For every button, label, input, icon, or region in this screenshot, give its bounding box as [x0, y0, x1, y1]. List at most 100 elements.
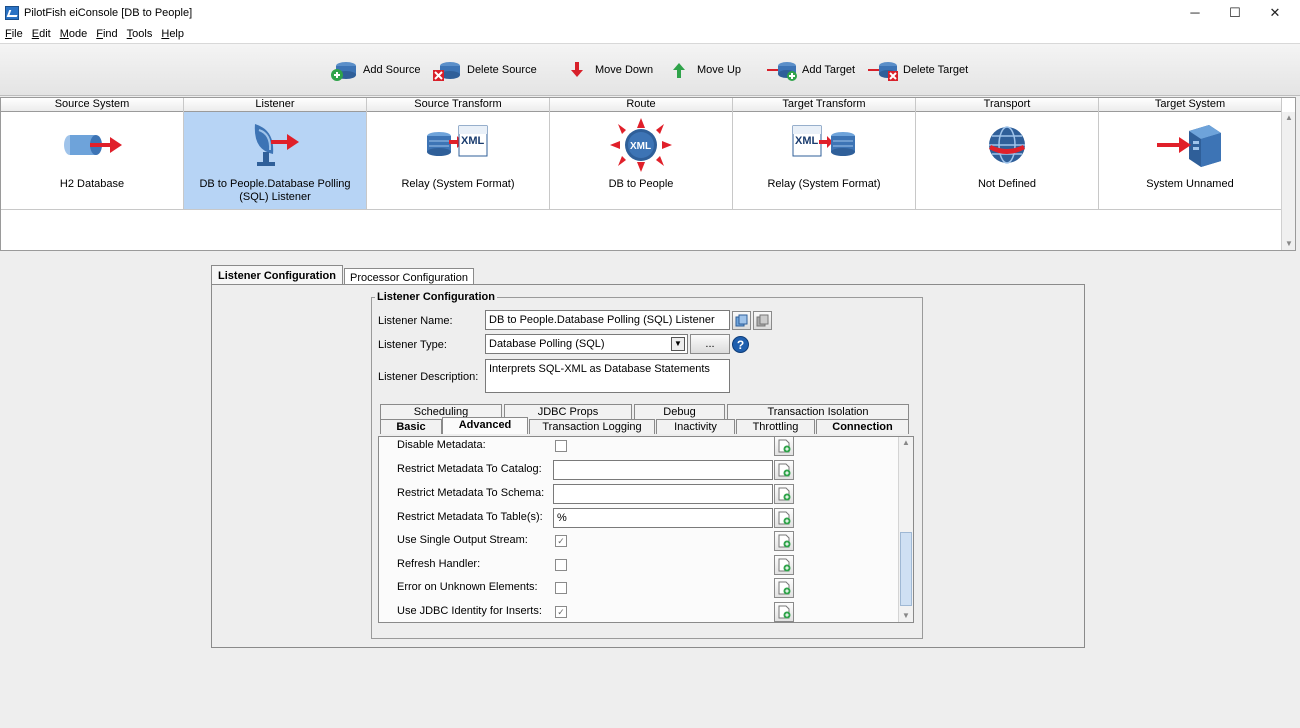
stage-label: Not Defined	[977, 178, 1037, 190]
document-add-icon	[778, 511, 791, 525]
stage-target-system[interactable]: Target System System Unnamed	[1099, 98, 1282, 210]
stage-header: Target Transform	[733, 98, 915, 112]
error-unknown-elements-checkbox[interactable]	[555, 582, 567, 594]
property-label: Use JDBC Identity for Inserts:	[397, 605, 542, 617]
menu-edit[interactable]: Edit	[28, 28, 55, 40]
copy-button[interactable]	[732, 311, 751, 330]
add-source-button[interactable]: Add Source	[330, 58, 420, 82]
refresh-handler-checkbox[interactable]	[555, 559, 567, 571]
tab-listener-configuration[interactable]: Listener Configuration	[211, 265, 343, 285]
server-arrow-icon	[1157, 125, 1221, 167]
delete-target-button[interactable]: Delete Target	[868, 58, 968, 82]
tab-debug[interactable]: Debug	[634, 404, 725, 419]
property-default-button[interactable]	[774, 602, 794, 622]
menu-help[interactable]: Help	[157, 28, 188, 40]
property-label: Disable Metadata:	[397, 439, 486, 451]
property-default-button[interactable]	[774, 508, 794, 528]
property-default-button[interactable]	[774, 531, 794, 551]
document-add-icon	[778, 605, 791, 619]
document-add-icon	[778, 534, 791, 548]
add-source-icon	[331, 62, 356, 81]
jdbc-identity-checkbox[interactable]: ✓	[555, 606, 567, 618]
tab-basic[interactable]: Basic	[380, 419, 442, 434]
xml-transform-icon: XML	[792, 125, 855, 157]
property-row: Disable Metadata:	[379, 437, 899, 458]
stage-header: Transport	[916, 98, 1098, 112]
pipeline-scrollbar[interactable]: ▲ ▼	[1281, 112, 1295, 250]
database-arrow-icon	[64, 135, 122, 155]
menu-find[interactable]: Find	[92, 28, 121, 40]
property-row: Use Single Output Stream: ✓	[379, 530, 899, 553]
toolbar: Add Source Delete Source Move Down Move …	[0, 44, 1300, 96]
property-default-button[interactable]	[774, 578, 794, 598]
document-add-icon	[778, 558, 791, 572]
restrict-schema-input[interactable]	[553, 484, 773, 504]
restrict-catalog-input[interactable]	[553, 460, 773, 480]
delete-source-icon	[433, 62, 460, 81]
delete-source-button[interactable]: Delete Source	[432, 58, 537, 82]
arrow-up-icon	[673, 63, 685, 78]
stage-header: Source System	[1, 98, 183, 112]
property-default-button[interactable]	[774, 555, 794, 575]
listener-type-select[interactable]: Database Polling (SQL) ▼	[485, 334, 688, 354]
tab-throttling[interactable]: Throttling	[736, 419, 815, 434]
stage-listener[interactable]: Listener DB to People.Database Polling (…	[184, 98, 367, 210]
listener-description-field[interactable]: Interprets SQL-XML as Database Statement…	[485, 359, 730, 393]
add-target-button[interactable]: Add Target	[767, 58, 855, 82]
scroll-down-arrow[interactable]: ▼	[899, 610, 913, 622]
menu-file[interactable]: File	[1, 28, 27, 40]
disable-metadata-checkbox[interactable]	[555, 440, 567, 452]
stage-transport[interactable]: Transport Not Defined	[916, 98, 1099, 210]
tab-transaction-logging[interactable]: Transaction Logging	[529, 419, 655, 434]
add-target-icon	[767, 62, 797, 81]
property-label: Restrict Metadata To Catalog:	[397, 463, 542, 475]
xml-route-icon: XML	[610, 118, 672, 172]
properties-scrollbar[interactable]: ▲ ▼	[898, 437, 913, 622]
title-bar: PilotFish eiConsole [DB to People] ─ ☐ ✕	[0, 0, 1300, 25]
help-icon[interactable]: ?	[732, 336, 749, 353]
arrow-down-icon	[571, 62, 583, 77]
scroll-down-arrow[interactable]: ▼	[1282, 238, 1296, 250]
tab-transaction-isolation[interactable]: Transaction Isolation	[727, 404, 909, 419]
svg-text:XML: XML	[630, 141, 651, 152]
listener-name-field[interactable]: DB to People.Database Polling (SQL) List…	[485, 310, 730, 330]
listener-type-label: Listener Type:	[378, 339, 447, 351]
property-default-button[interactable]	[774, 437, 794, 456]
paste-button[interactable]	[753, 311, 772, 330]
property-label: Restrict Metadata To Schema:	[397, 487, 545, 499]
delete-target-icon	[868, 62, 898, 81]
move-up-button[interactable]: Move Up	[670, 58, 741, 82]
stage-source-transform[interactable]: Source Transform XML Relay (System Forma…	[367, 98, 550, 210]
stage-route[interactable]: Route XML DB to People	[550, 98, 733, 210]
close-button[interactable]: ✕	[1254, 0, 1296, 25]
copy-icon	[735, 314, 748, 327]
scroll-up-arrow[interactable]: ▲	[1282, 112, 1296, 124]
tab-connection[interactable]: Connection	[816, 419, 909, 434]
stage-target-transform[interactable]: Target Transform XML Relay (System Forma…	[733, 98, 916, 210]
tab-inactivity[interactable]: Inactivity	[656, 419, 735, 434]
scroll-up-arrow[interactable]: ▲	[899, 437, 913, 449]
property-default-button[interactable]	[774, 484, 794, 504]
group-title: Listener Configuration	[375, 291, 497, 303]
menu-mode[interactable]: Mode	[56, 28, 92, 40]
move-down-button[interactable]: Move Down	[568, 58, 653, 82]
property-default-button[interactable]	[774, 460, 794, 480]
menu-tools[interactable]: Tools	[123, 28, 157, 40]
stage-label: System Unnamed	[1146, 178, 1234, 190]
minimize-button[interactable]: ─	[1174, 0, 1216, 25]
listener-type-browse-button[interactable]: ...	[690, 334, 730, 354]
property-row: Restrict Metadata To Catalog:	[379, 459, 899, 482]
add-target-label: Add Target	[802, 64, 856, 76]
scroll-thumb[interactable]	[900, 532, 912, 606]
stage-label: H2 Database	[59, 178, 125, 190]
stage-header: Route	[550, 98, 732, 112]
chevron-down-icon[interactable]: ▼	[671, 337, 685, 351]
single-output-stream-checkbox[interactable]: ✓	[555, 535, 567, 547]
stage-header: Target System	[1099, 98, 1281, 112]
maximize-button[interactable]: ☐	[1214, 0, 1256, 25]
property-label: Restrict Metadata To Table(s):	[397, 511, 543, 523]
stage-source-system[interactable]: Source System H2 Database	[1, 98, 184, 210]
restrict-tables-input[interactable]: %	[553, 508, 773, 528]
tab-advanced[interactable]: Advanced	[442, 417, 528, 434]
document-add-icon	[778, 487, 791, 501]
